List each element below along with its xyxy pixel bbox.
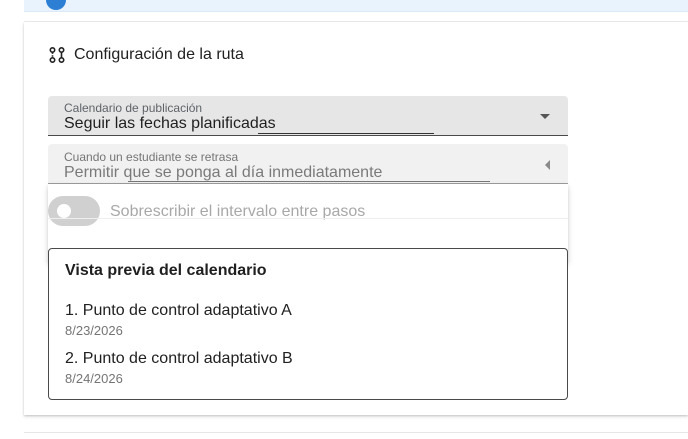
list-item: 1. Punto de control adaptativo A 8/23/20… [65,302,292,338]
calendar-preview: Vista previa del calendario 1. Punto de … [48,248,568,400]
chevron-down-icon[interactable] [540,114,550,119]
route-icon [49,46,65,64]
info-banner [24,0,688,12]
section-header: Configuración de la ruta [48,45,244,65]
info-icon [46,0,66,10]
checkpoint-date: 8/23/2026 [65,323,123,338]
publication-calendar-select[interactable]: Calendario de publicación Seguir las fec… [48,96,568,136]
checkpoint-name: 1. Punto de control adaptativo A [65,302,292,319]
divider [48,218,568,219]
text-underline [258,133,434,134]
divider [24,432,688,433]
late-student-select[interactable]: Cuando un estudiante se retrasa Permitir… [48,144,568,184]
checkpoint-name: 2. Punto de control adaptativo B [65,350,293,367]
chevron-left-icon[interactable] [545,160,550,170]
text-underline [128,181,490,182]
late-student-label: Cuando un estudiante se retrasa [64,150,239,164]
checkpoint-date: 8/24/2026 [65,371,123,386]
toggle-track[interactable] [48,196,100,226]
toggle-thumb[interactable] [57,204,71,218]
publication-calendar-label: Calendario de publicación [64,101,203,115]
override-interval-toggle[interactable] [48,196,100,226]
section-title: Configuración de la ruta [74,46,244,63]
list-item: 2. Punto de control adaptativo B 8/24/20… [65,350,293,386]
preview-title: Vista previa del calendario [65,262,267,279]
publication-calendar-value: Seguir las fechas planificadas [64,115,276,132]
late-student-value: Permitir que se ponga al día inmediatame… [64,164,383,181]
